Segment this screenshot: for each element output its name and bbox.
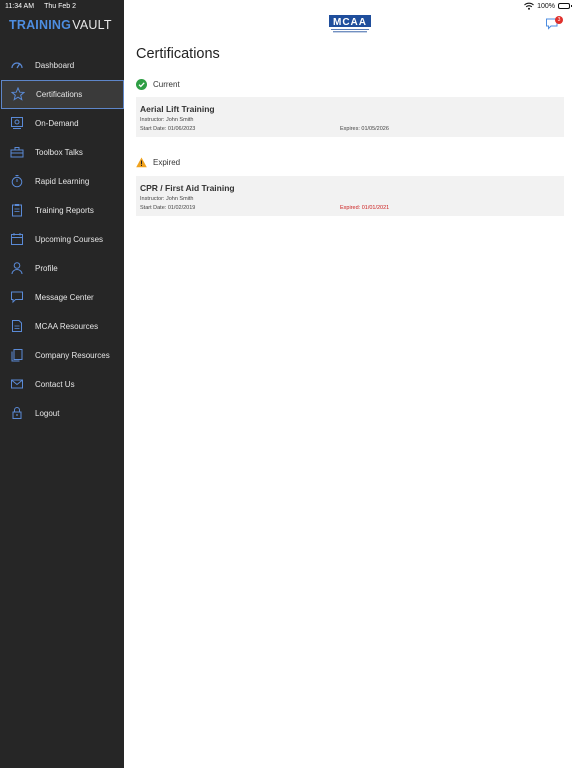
- sidebar-item-rapid-learning[interactable]: Rapid Learning: [0, 167, 124, 196]
- start-date: Start Date: 01/02/2019: [140, 205, 196, 211]
- certification-card[interactable]: CPR / First Aid Training Instructor: Joh…: [136, 176, 564, 216]
- sidebar-item-label: Dashboard: [35, 61, 75, 70]
- sidebar-item-message-center[interactable]: Message Center: [0, 283, 124, 312]
- main-content: MCAA 3 Certifications Current Aerial Lif…: [124, 0, 576, 768]
- sidebar-item-dashboard[interactable]: Dashboard: [0, 51, 124, 80]
- page-title: Certifications: [136, 46, 220, 62]
- chat-bubble-icon: [10, 290, 24, 304]
- status-bar-left: 11:34 AM Thu Feb 2: [0, 0, 86, 12]
- certification-name: Aerial Lift Training: [140, 104, 215, 114]
- sidebar-nav: Dashboard Certifications On-Demand Toolb…: [0, 51, 124, 428]
- sidebar-item-label: Rapid Learning: [35, 177, 90, 186]
- sidebar-item-certifications[interactable]: Certifications: [1, 80, 124, 109]
- sidebar-item-label: Message Center: [35, 293, 94, 302]
- section-title: Current: [153, 80, 180, 89]
- status-date: Thu Feb 2: [44, 2, 76, 10]
- sidebar-item-contact-us[interactable]: Contact Us: [0, 370, 124, 399]
- toolbox-icon: [10, 145, 24, 159]
- notification-badge: 3: [555, 16, 563, 24]
- brand-part-training: TRAINING: [9, 18, 72, 32]
- sidebar-item-label: Training Reports: [35, 206, 94, 215]
- sidebar-item-training-reports[interactable]: Training Reports: [0, 196, 124, 225]
- battery-percent: 100%: [537, 2, 555, 10]
- battery-icon: [558, 3, 572, 9]
- documents-icon: [10, 348, 24, 362]
- dashboard-gauge-icon: [10, 58, 24, 72]
- mcaa-logo: MCAA: [329, 15, 371, 33]
- status-time: 11:34 AM: [5, 2, 35, 10]
- certification-name: CPR / First Aid Training: [140, 183, 235, 193]
- sidebar-item-label: MCAA Resources: [35, 322, 99, 331]
- sidebar-item-logout[interactable]: Logout: [0, 399, 124, 428]
- section-title: Expired: [153, 158, 181, 167]
- brand-part-vault: VAULT: [72, 18, 112, 32]
- star-icon: [11, 87, 25, 101]
- user-icon: [10, 261, 24, 275]
- certification-card[interactable]: Aerial Lift Training Instructor: John Sm…: [136, 97, 564, 137]
- status-bar-right: 100%: [524, 0, 572, 12]
- sidebar-item-label: On-Demand: [35, 119, 79, 128]
- svg-text:MCAA: MCAA: [333, 17, 367, 28]
- sidebar-item-profile[interactable]: Profile: [0, 254, 124, 283]
- instructor-text: Instructor: John Smith: [140, 196, 194, 202]
- stopwatch-icon: [10, 174, 24, 188]
- document-icon: [10, 319, 24, 333]
- sidebar-item-on-demand[interactable]: On-Demand: [0, 109, 124, 138]
- expired-date: Expired: 01/01/2021: [340, 205, 390, 211]
- sidebar-item-mcaa-resources[interactable]: MCAA Resources: [0, 312, 124, 341]
- sidebar-item-label: Certifications: [36, 90, 83, 99]
- sidebar-item-label: Toolbox Talks: [35, 148, 83, 157]
- sidebar-item-toolbox-talks[interactable]: Toolbox Talks: [0, 138, 124, 167]
- lock-icon: [10, 406, 24, 420]
- expiration-date: Expires: 01/05/2026: [340, 126, 389, 132]
- sidebar-item-label: Upcoming Courses: [35, 235, 104, 244]
- instructor-text: Instructor: John Smith: [140, 117, 194, 123]
- sidebar: TRAINING VAULT Dashboard Certifications …: [0, 0, 124, 768]
- warning-triangle-icon: [136, 157, 147, 168]
- sidebar-item-label: Logout: [35, 409, 60, 418]
- section-header-current: Current: [136, 79, 180, 90]
- sidebar-item-company-resources[interactable]: Company Resources: [0, 341, 124, 370]
- app-brand-logo: TRAINING VAULT: [9, 18, 112, 32]
- sidebar-item-upcoming-courses[interactable]: Upcoming Courses: [0, 225, 124, 254]
- clipboard-icon: [10, 203, 24, 217]
- sidebar-item-label: Company Resources: [35, 351, 110, 360]
- on-demand-icon: [10, 116, 24, 130]
- start-date: Start Date: 01/06/2023: [140, 126, 196, 132]
- section-header-expired: Expired: [136, 157, 180, 168]
- check-circle-icon: [136, 79, 147, 90]
- sidebar-item-label: Contact Us: [35, 380, 75, 389]
- wifi-icon: [524, 2, 534, 10]
- envelope-icon: [10, 377, 24, 391]
- sidebar-item-label: Profile: [35, 264, 58, 273]
- calendar-icon: [10, 232, 24, 246]
